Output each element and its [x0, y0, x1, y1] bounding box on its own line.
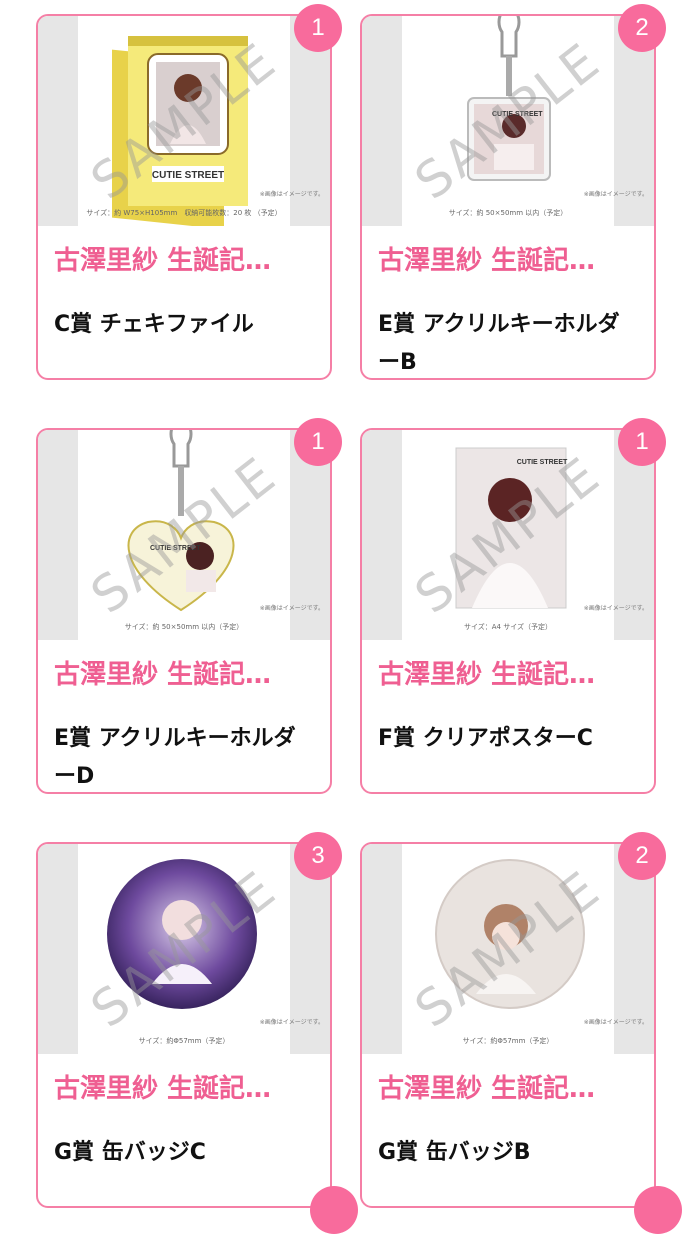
- size-note: サイズ：A4 サイズ（予定）: [463, 623, 553, 631]
- product-name[interactable]: F賞 クリアポスターC: [378, 720, 640, 758]
- product-card[interactable]: SAMPLE ※画像はイメージです。 サイズ：約Φ57mm（予定） 2 古澤里紗…: [360, 832, 666, 1208]
- product-card[interactable]: CUTIE STREET SAMPLE ※画像はイメージです。 サイズ：A4 サ…: [360, 418, 666, 794]
- product-title[interactable]: 古澤里紗 生誕記…: [54, 654, 316, 691]
- image-note: ※画像はイメージです。: [583, 191, 648, 198]
- quantity-badge: 2: [618, 4, 666, 52]
- product-card[interactable]: CUTIE STREET SAMPLE ※画像はイメージです。 サイズ：約 50…: [360, 4, 666, 382]
- product-logo-text: CUTIE STREET: [152, 170, 224, 181]
- product-card[interactable]: CUTIE STREET SAMPLE ※画像はイメージです。 サイズ：約 50…: [36, 418, 342, 796]
- product-card[interactable]: SAMPLE ※画像はイメージです。 サイズ：約Φ57mm（予定） 3 古澤里紗…: [36, 832, 342, 1208]
- product-name[interactable]: C賞 チェキファイル: [54, 306, 316, 344]
- image-note: ※画像はイメージです。: [583, 1019, 648, 1026]
- product-logo-text: CUTIE STREET: [492, 111, 543, 118]
- quantity-badge: 1: [618, 418, 666, 466]
- product-name[interactable]: E賞 アクリルキーホルダーB: [378, 306, 640, 382]
- quantity-badge: 2: [618, 832, 666, 880]
- product-thumbnail[interactable]: CUTIE STREET SAMPLE ※画像はイメージです。 サイズ：約 50…: [362, 16, 654, 226]
- product-title[interactable]: 古澤里紗 生誕記…: [378, 1068, 640, 1105]
- product-title[interactable]: 古澤里紗 生誕記…: [54, 1068, 316, 1105]
- size-note: サイズ：約Φ57mm（予定）: [138, 1037, 230, 1045]
- size-note: サイズ：約 W75×H105mm 収納可能枚数：20 枚 （予定）: [86, 209, 282, 217]
- product-thumbnail[interactable]: CUTIE STREET SAMPLE ※画像はイメージです。 サイズ：約 50…: [38, 430, 330, 640]
- size-note: サイズ：約 50×50mm 以内（予定）: [448, 209, 568, 217]
- quantity-badge: 1: [294, 4, 342, 52]
- next-row-badge: [634, 1186, 682, 1234]
- quantity-badge: 1: [294, 418, 342, 466]
- size-note: サイズ：約 50×50mm 以内（予定）: [124, 623, 244, 631]
- image-note: ※画像はイメージです。: [259, 605, 324, 612]
- product-thumbnail[interactable]: SAMPLE ※画像はイメージです。 サイズ：約Φ57mm（予定）: [38, 844, 330, 1054]
- product-thumbnail[interactable]: CUTIE STREET SAMPLE ※画像はイメージです。 サイズ：約 W7…: [38, 16, 330, 226]
- product-title[interactable]: 古澤里紗 生誕記…: [378, 240, 640, 277]
- product-card[interactable]: CUTIE STREET SAMPLE ※画像はイメージです。 サイズ：約 W7…: [36, 4, 342, 380]
- product-thumbnail[interactable]: CUTIE STREET SAMPLE ※画像はイメージです。 サイズ：A4 サ…: [362, 430, 654, 640]
- product-thumbnail[interactable]: SAMPLE ※画像はイメージです。 サイズ：約Φ57mm（予定）: [362, 844, 654, 1054]
- image-note: ※画像はイメージです。: [583, 605, 648, 612]
- image-note: ※画像はイメージです。: [259, 191, 324, 198]
- image-note: ※画像はイメージです。: [259, 1019, 324, 1026]
- next-row-badge: [310, 1186, 358, 1234]
- quantity-badge: 3: [294, 832, 342, 880]
- product-name[interactable]: G賞 缶バッジB: [378, 1134, 640, 1172]
- size-note: サイズ：約Φ57mm（予定）: [462, 1037, 554, 1045]
- product-name[interactable]: G賞 缶バッジC: [54, 1134, 316, 1172]
- product-logo-text: CUTIE STREET: [517, 459, 568, 466]
- product-title[interactable]: 古澤里紗 生誕記…: [54, 240, 316, 277]
- product-logo-text: CUTIE STREET: [150, 545, 201, 552]
- product-title[interactable]: 古澤里紗 生誕記…: [378, 654, 640, 691]
- product-name[interactable]: E賞 アクリルキーホルダーD: [54, 720, 316, 796]
